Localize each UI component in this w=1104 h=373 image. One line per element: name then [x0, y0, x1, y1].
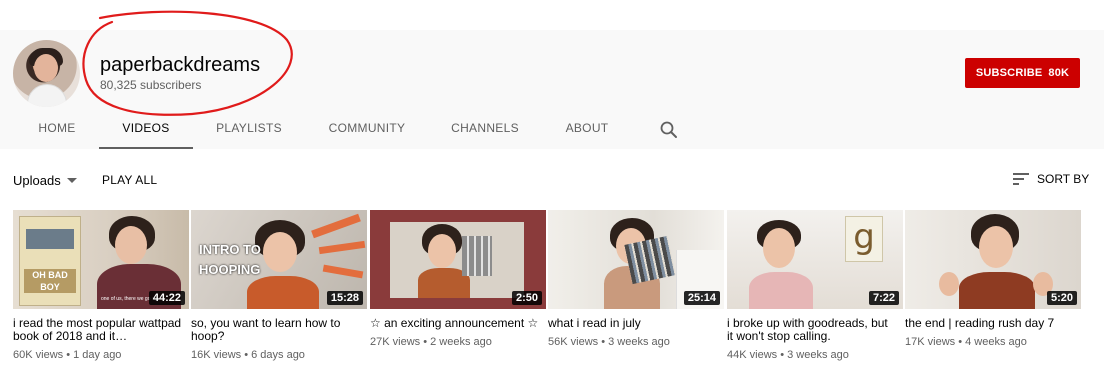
video-meta: 16K views • 6 days ago: [191, 349, 305, 361]
video-title[interactable]: i read the most popular wattpad book of …: [13, 317, 183, 343]
subscribe-label: SUBSCRIBE: [975, 67, 1043, 79]
view-count: 44K views: [727, 349, 778, 361]
video-card[interactable]: OH BAD BOY one of us, there we go ag 44:…: [13, 210, 189, 361]
tab-playlists[interactable]: PLAYLISTS: [207, 112, 291, 149]
video-meta: 60K views • 1 day ago: [13, 349, 122, 361]
video-duration: 5:20: [1046, 291, 1077, 305]
upload-age: 3 weeks ago: [787, 349, 849, 361]
video-title[interactable]: what i read in july: [548, 317, 718, 330]
view-count: 56K views: [548, 336, 599, 348]
upload-age: 1 day ago: [73, 349, 122, 361]
video-meta: 56K views • 3 weeks ago: [548, 336, 670, 348]
view-count: 16K views: [191, 349, 242, 361]
video-thumbnail[interactable]: 2:50: [370, 210, 546, 309]
search-icon[interactable]: [659, 120, 679, 140]
sort-by-button[interactable]: SORT BY: [1013, 172, 1089, 186]
view-count: 27K views: [370, 336, 421, 348]
subscriber-count: 80,325 subscribers: [100, 78, 202, 92]
tab-videos[interactable]: VIDEOS: [99, 112, 193, 149]
upload-age: 2 weeks ago: [430, 336, 492, 348]
video-thumbnail[interactable]: 5:20: [905, 210, 1081, 309]
video-card[interactable]: 5:20 the end | reading rush day 7 17K vi…: [905, 210, 1081, 348]
video-duration: 25:14: [683, 291, 720, 305]
video-card[interactable]: 2:50 ☆ an exciting announcement ☆ 27K vi…: [370, 210, 546, 348]
book-cover-image: OH BAD BOY: [19, 216, 81, 306]
view-count: 17K views: [905, 336, 956, 348]
play-all-button[interactable]: PLAY ALL: [102, 173, 157, 187]
sort-icon: [1013, 173, 1029, 185]
video-duration: 44:22: [148, 291, 185, 305]
channel-tabs: HOME VIDEOS PLAYLISTS COMMUNITY CHANNELS…: [0, 112, 720, 149]
tab-community[interactable]: COMMUNITY: [320, 112, 414, 149]
tab-about[interactable]: ABOUT: [556, 112, 618, 149]
video-meta: 17K views • 4 weeks ago: [905, 336, 1027, 348]
upload-age: 6 days ago: [251, 349, 305, 361]
video-duration: 7:22: [868, 291, 899, 305]
video-duration: 15:28: [326, 291, 363, 305]
book-title-text: OH BAD BOY: [24, 269, 76, 293]
thumb-text-line1: INTRO TO: [199, 242, 261, 257]
video-meta: 27K views • 2 weeks ago: [370, 336, 492, 348]
upload-age: 3 weeks ago: [608, 336, 670, 348]
video-thumbnail[interactable]: INTRO TO HOOPING 15:28: [191, 210, 367, 309]
video-thumbnail[interactable]: g 7:22: [727, 210, 903, 309]
upload-age: 4 weeks ago: [965, 336, 1027, 348]
subscribe-button[interactable]: SUBSCRIBE 80K: [965, 58, 1080, 88]
video-card[interactable]: 25:14 what i read in july 56K views • 3 …: [548, 210, 724, 348]
chevron-down-icon: [66, 177, 77, 183]
video-card[interactable]: g 7:22 i broke up with goodreads, but it…: [727, 210, 903, 361]
video-thumbnail[interactable]: OH BAD BOY one of us, there we go ag 44:…: [13, 210, 189, 309]
uploads-label: Uploads: [13, 173, 61, 188]
sort-by-label: SORT BY: [1037, 172, 1090, 186]
video-title[interactable]: ☆ an exciting announcement ☆: [370, 317, 540, 330]
video-meta: 44K views • 3 weeks ago: [727, 349, 849, 361]
video-title[interactable]: so, you want to learn how to hoop?: [191, 317, 361, 343]
top-strip: [0, 0, 1104, 30]
tab-home[interactable]: HOME: [26, 112, 88, 149]
tab-channels[interactable]: CHANNELS: [444, 112, 526, 149]
channel-name: paperbackdreams: [100, 54, 261, 76]
video-title[interactable]: i broke up with goodreads, but it won't …: [727, 317, 897, 343]
thumb-text-line2: HOOPING: [199, 262, 261, 277]
channel-avatar[interactable]: [13, 40, 80, 107]
video-thumbnail[interactable]: 25:14: [548, 210, 724, 309]
video-card[interactable]: INTRO TO HOOPING 15:28 so, you want to l…: [191, 210, 367, 361]
video-title[interactable]: the end | reading rush day 7: [905, 317, 1075, 330]
view-count: 60K views: [13, 349, 64, 361]
goodreads-logo: g: [853, 217, 875, 257]
uploads-dropdown[interactable]: Uploads: [13, 173, 77, 188]
video-duration: 2:50: [511, 291, 542, 305]
subscribe-count: 80K: [1048, 67, 1070, 79]
